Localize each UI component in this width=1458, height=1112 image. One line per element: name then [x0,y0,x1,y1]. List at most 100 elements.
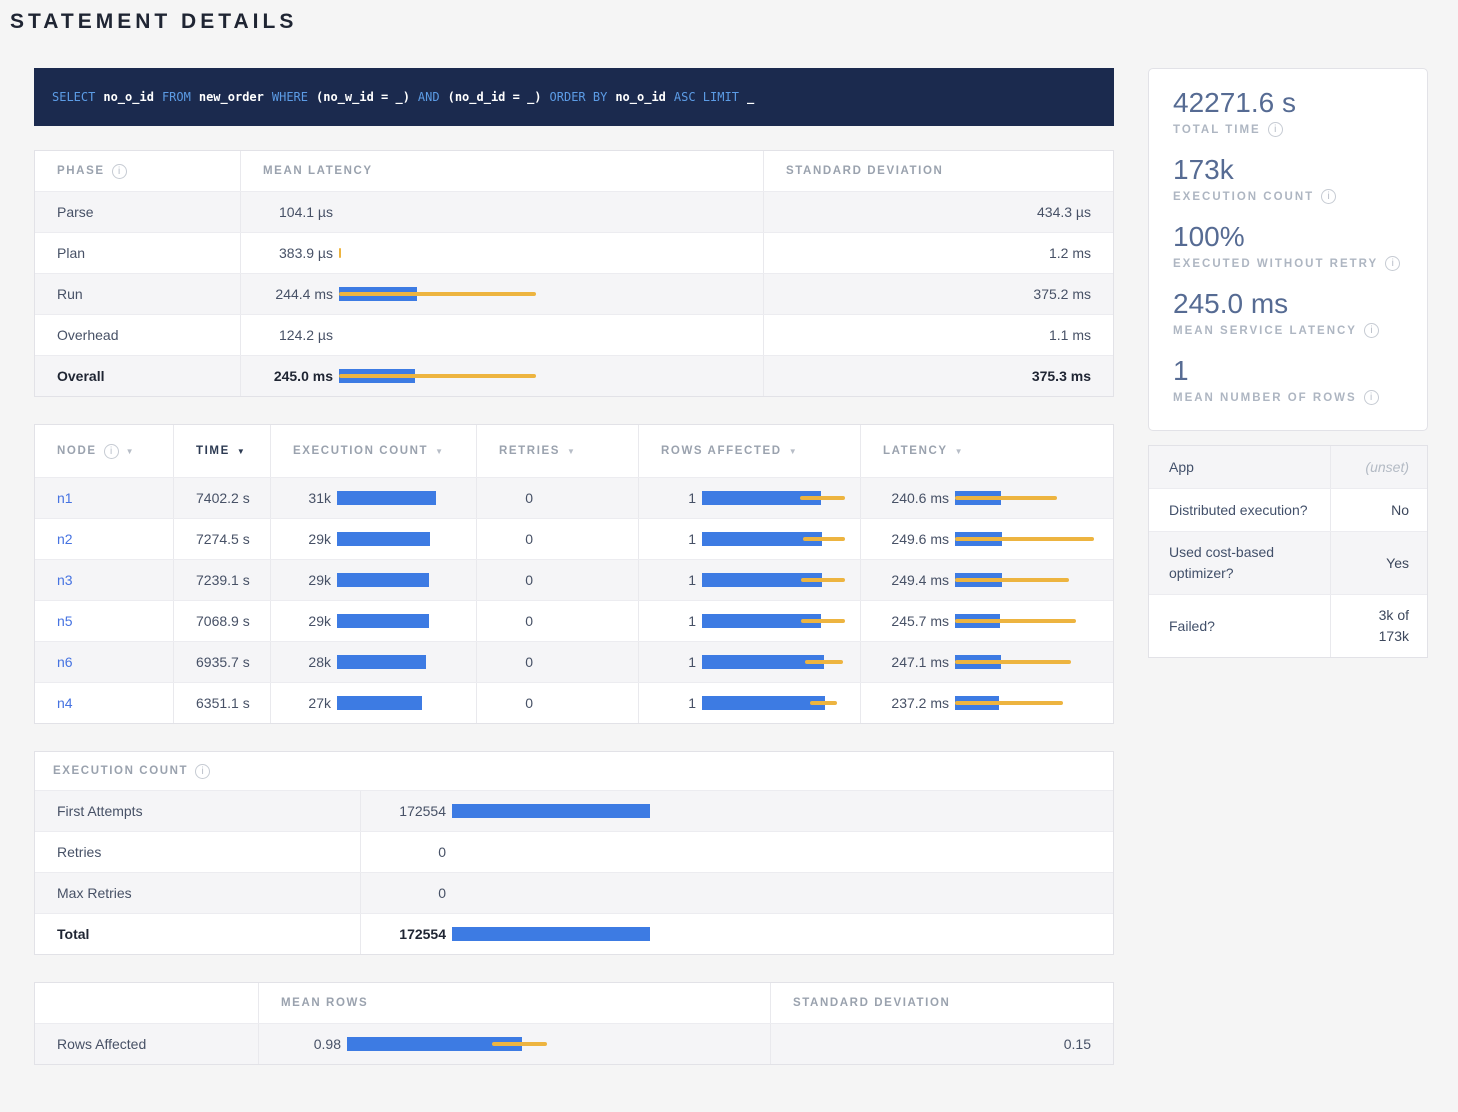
retries-bar [539,695,628,711]
sql-token: _ [747,90,754,104]
node-time: 6935.7 s [174,642,271,682]
latency-value: 240.6 ms [861,490,949,506]
rows-affected-value: 1 [639,531,696,547]
node-cell: n6 [35,642,174,682]
sql-token: (no_w_id = _) [316,90,410,104]
node-rows-affected-cell: 1 [639,560,861,600]
execution-count-header-label: EXECUTION COUNT [293,445,428,457]
sql-token: ASC LIMIT [674,90,739,104]
mean-latency-cell: 244.4 ms [241,274,764,314]
info-icon[interactable]: i [112,164,127,179]
node-execution-count-cell: 29k [271,560,477,600]
node-execution-count-cell: 28k [271,642,477,682]
node-link[interactable]: n4 [57,695,73,711]
mean-rows-value: 0.98 [259,1036,341,1052]
summary-stat: 1 MEAN NUMBER OF ROWS i [1173,353,1403,405]
execution-count-bar [337,572,466,588]
latency-value: 249.4 ms [861,572,949,588]
info-icon[interactable]: i [1364,323,1379,338]
node-row: n4 6351.1 s 27k 0 1 [35,683,1113,723]
node-link[interactable]: n5 [57,613,73,629]
stddev-column-header: STANDARD DEVIATION [771,983,1113,1023]
rows-affected-bar [702,572,850,588]
execution-row-value-cell: 0 [361,873,1113,913]
mean-latency-cell: 383.9 µs [241,233,764,273]
latency-bar [955,613,1103,629]
time-column-header[interactable]: TIME ▼ [174,425,271,477]
rows-affected-column-header[interactable]: ROWS AFFECTED ▼ [639,425,861,477]
info-icon[interactable]: i [1364,390,1379,405]
rows-affected-value: 1 [639,490,696,506]
info-icon[interactable]: i [195,764,210,779]
info-icon[interactable]: i [104,444,119,459]
node-latency-cell: 249.4 ms [861,560,1113,600]
node-latency-cell: 247.1 ms [861,642,1113,682]
execution-count-value: 28k [271,654,331,670]
mean-rows-cell: 0.98 [259,1024,771,1064]
node-cell: n1 [35,478,174,518]
phase-row: Run 244.4 ms 375.2 ms [35,274,1113,315]
execution-count-value: 29k [271,613,331,629]
execution-count-table-header: EXECUTION COUNT i [35,752,1113,791]
info-icon[interactable]: i [1268,122,1283,137]
sort-arrow-icon[interactable]: ▼ [789,447,797,456]
stat-value: 173k [1173,152,1403,187]
mean-latency-value: 383.9 µs [241,245,333,261]
info-icon[interactable]: i [1385,256,1400,271]
sql-token: (no_d_id = _) [448,90,542,104]
stat-label: EXECUTED WITHOUT RETRY i [1173,256,1403,271]
execution-count-title-label: EXECUTION COUNT [53,765,188,777]
stat-label: MEAN SERVICE LATENCY i [1173,323,1403,338]
stat-value: 1 [1173,353,1403,388]
sort-arrow-icon[interactable]: ▼ [567,447,575,456]
stat-value: 100% [1173,219,1403,254]
node-link[interactable]: n6 [57,654,73,670]
node-link[interactable]: n1 [57,490,73,506]
sort-arrow-icon[interactable]: ▼ [237,447,245,456]
sql-token: SELECT [52,90,95,104]
phase-name: Overhead [35,315,241,355]
sql-token: new_order [199,90,264,104]
stat-label-text: MEAN NUMBER OF ROWS [1173,392,1357,404]
stat-label: EXECUTION COUNT i [1173,189,1403,204]
node-retries-cell: 0 [477,519,639,559]
phase-row: Overall 245.0 ms 375.3 ms [35,356,1113,396]
latency-bar [339,204,753,220]
rows-affected-bar [702,613,850,629]
summary-stat: 100% EXECUTED WITHOUT RETRY i [1173,219,1403,271]
stddev-value: 375.2 ms [764,274,1113,314]
node-time: 7274.5 s [174,519,271,559]
node-cell: n2 [35,519,174,559]
info-icon[interactable]: i [1321,189,1336,204]
latency-column-header[interactable]: LATENCY ▼ [861,425,1113,477]
execution-row-value-cell: 172554 [361,791,1113,831]
latency-bar [955,695,1103,711]
attribute-value: 3k of 173k [1331,595,1427,657]
execution-count-column-header[interactable]: EXECUTION COUNT ▼ [271,425,477,477]
node-column-header[interactable]: NODE i ▼ [35,425,174,477]
node-link[interactable]: n3 [57,572,73,588]
sort-arrow-icon[interactable]: ▼ [955,447,963,456]
rows-affected-table-header: MEAN ROWS STANDARD DEVIATION [35,983,1113,1024]
retries-bar [539,613,628,629]
stddev-value: 1.1 ms [764,315,1113,355]
execution-row-value: 172554 [361,803,446,819]
retries-value: 0 [477,695,533,711]
retries-value: 0 [477,531,533,547]
stat-label-text: EXECUTED WITHOUT RETRY [1173,258,1378,270]
retries-column-header[interactable]: RETRIES ▼ [477,425,639,477]
stddev-value: 0.15 [771,1024,1113,1064]
latency-bar [955,572,1103,588]
node-execution-count-cell: 29k [271,519,477,559]
node-link[interactable]: n2 [57,531,73,547]
sort-arrow-icon[interactable]: ▼ [126,447,134,456]
latency-bar [955,531,1103,547]
execution-count-bar [337,695,466,711]
mean-latency-cell: 245.0 ms [241,356,764,396]
retries-value: 0 [477,572,533,588]
execution-count-row: Total 172554 [35,914,1113,954]
node-retries-cell: 0 [477,683,639,723]
node-table: NODE i ▼ TIME ▼ EXECUTION COUNT ▼ RETRIE… [34,424,1114,724]
sort-arrow-icon[interactable]: ▼ [435,447,443,456]
node-latency-cell: 245.7 ms [861,601,1113,641]
